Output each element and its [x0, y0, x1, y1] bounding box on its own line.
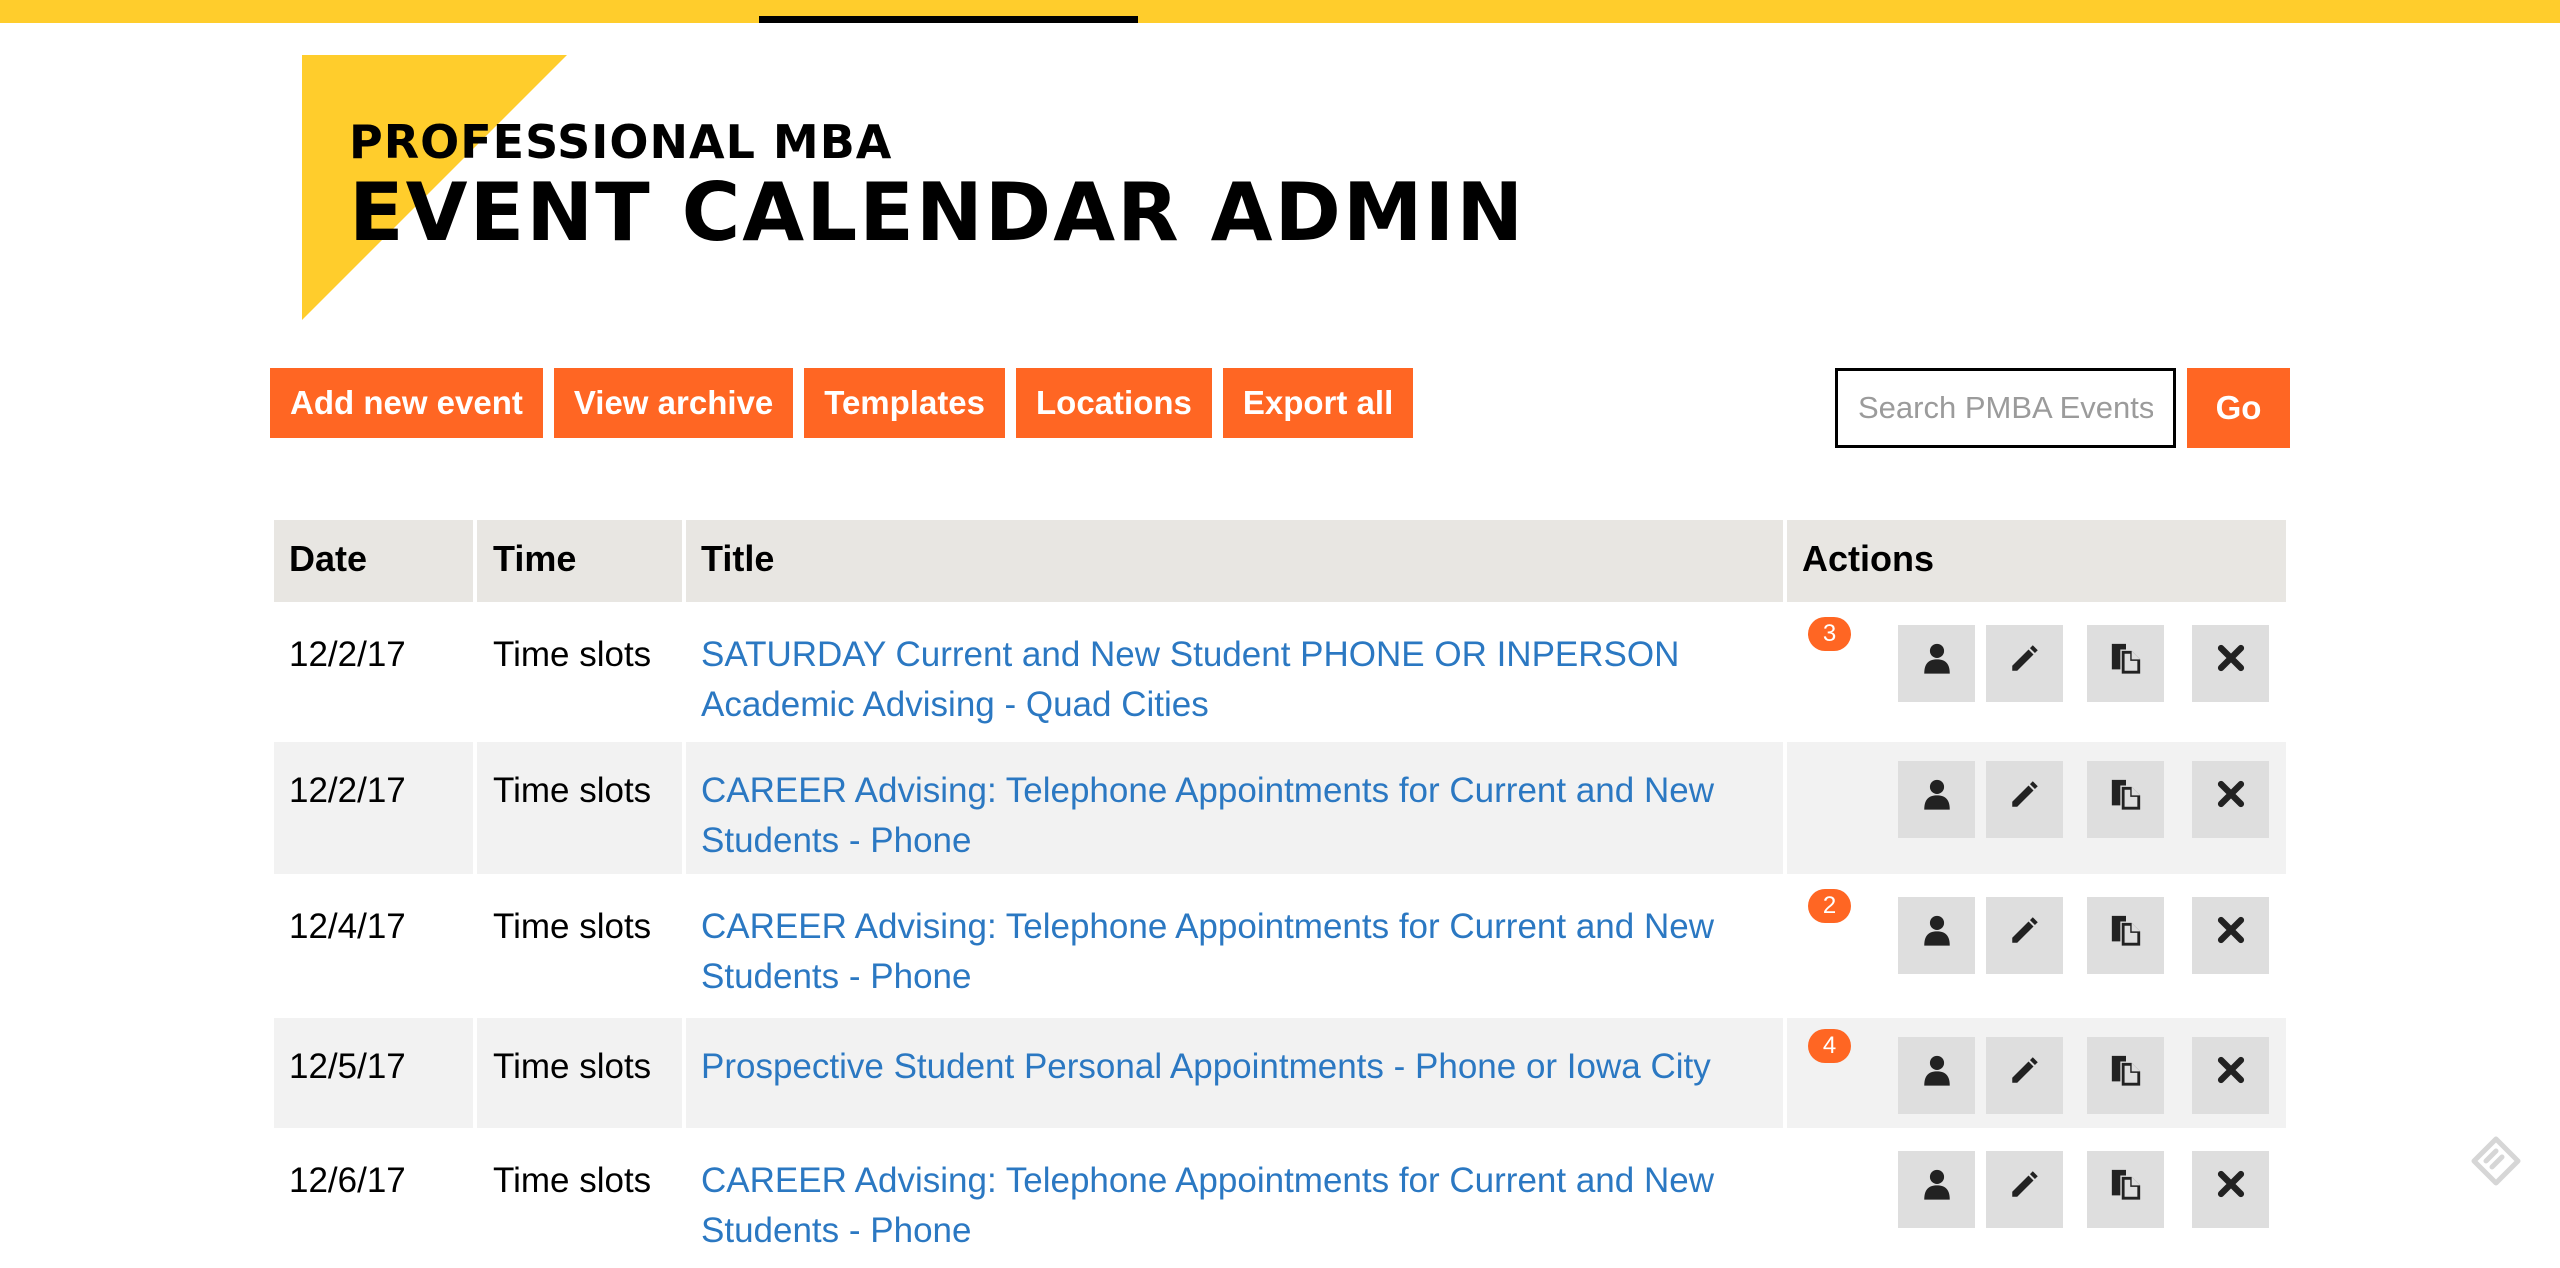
column-header-title: Title — [686, 520, 1783, 602]
pencil-icon — [2008, 775, 2042, 825]
event-date: 12/6/17 — [289, 1161, 406, 1200]
person-icon — [1920, 1165, 1954, 1215]
edit-button[interactable] — [1986, 625, 2063, 702]
page-title: EVENT CALENDAR ADMIN — [349, 166, 1526, 259]
event-time: Time slots — [477, 1018, 682, 1128]
events-table: Date Time Title Actions 12/2/17 Time slo… — [274, 520, 2286, 1268]
event-date: 12/5/17 — [274, 1018, 473, 1128]
delete-button[interactable] — [2192, 761, 2269, 838]
event-title-link[interactable]: CAREER Advising: Telephone Appointments … — [701, 1161, 1714, 1250]
edit-button[interactable] — [1986, 761, 2063, 838]
event-actions — [1787, 742, 2286, 874]
close-icon — [2214, 911, 2248, 961]
tag-icon — [2470, 1135, 2522, 1187]
attendees-button[interactable] — [1898, 1037, 1975, 1114]
event-title-link[interactable]: SATURDAY Current and New Student PHONE O… — [701, 635, 1679, 724]
column-header-time: Time — [477, 520, 682, 602]
pencil-icon — [2008, 639, 2042, 689]
edit-button[interactable] — [1986, 897, 2063, 974]
attendees-button[interactable] — [1898, 625, 1975, 702]
event-date: 12/4/17 — [289, 907, 406, 946]
registrations-count-badge: 4 — [1808, 1029, 1851, 1063]
event-time: Time slots — [493, 1161, 652, 1200]
person-icon — [1920, 775, 1954, 825]
event-time: Time slots — [493, 635, 652, 674]
duplicate-button[interactable] — [2087, 897, 2164, 974]
pencil-icon — [2008, 1051, 2042, 1101]
edit-button[interactable] — [1986, 1037, 2063, 1114]
export-all-button[interactable]: Export all — [1222, 368, 1414, 438]
event-actions: 2 — [1787, 878, 2286, 1014]
attendees-button[interactable] — [1898, 761, 1975, 838]
close-icon — [2214, 775, 2248, 825]
event-date: 12/2/17 — [274, 742, 473, 874]
attendees-button[interactable] — [1898, 897, 1975, 974]
registrations-count-badge: 2 — [1808, 889, 1851, 923]
person-icon — [1920, 1051, 1954, 1101]
event-title-link[interactable]: CAREER Advising: Telephone Appointments … — [701, 771, 1714, 860]
attendees-button[interactable] — [1898, 1151, 1975, 1228]
copy-icon — [2109, 1051, 2143, 1101]
event-title-link[interactable]: Prospective Student Personal Appointment… — [701, 1047, 1711, 1086]
event-actions: 3 — [1787, 606, 2286, 738]
duplicate-button[interactable] — [2087, 1037, 2164, 1114]
event-title-cell: CAREER Advising: Telephone Appointments … — [686, 878, 1783, 1014]
delete-button[interactable] — [2192, 1151, 2269, 1228]
person-icon — [1920, 639, 1954, 689]
close-icon — [2214, 1051, 2248, 1101]
event-date: 12/2/17 — [289, 635, 406, 674]
table-row: 12/5/17 Time slots Prospective Student P… — [274, 1018, 2286, 1128]
table-row: 12/2/17 Time slots SATURDAY Current and … — [274, 606, 2286, 738]
registrations-count-badge: 3 — [1808, 617, 1851, 651]
person-icon — [1920, 911, 1954, 961]
event-title-cell: SATURDAY Current and New Student PHONE O… — [686, 606, 1783, 738]
toolbar: Add new event View archive Templates Loc… — [270, 368, 1414, 438]
search-input[interactable] — [1835, 368, 2176, 448]
event-actions: 4 — [1787, 1018, 2286, 1128]
delete-button[interactable] — [2192, 897, 2269, 974]
copy-icon — [2109, 639, 2143, 689]
table-row: 12/2/17 Time slots CAREER Advising: Tele… — [274, 742, 2286, 874]
pencil-icon — [2008, 1165, 2042, 1215]
table-row: 12/4/17 Time slots CAREER Advising: Tele… — [274, 878, 2286, 1014]
top-bar — [0, 0, 2560, 23]
event-actions — [1787, 1132, 2286, 1264]
event-time: Time slots — [477, 742, 682, 874]
copy-icon — [2109, 775, 2143, 825]
close-icon — [2214, 639, 2248, 689]
column-header-actions: Actions — [1787, 520, 2286, 602]
search-go-button[interactable]: Go — [2187, 368, 2290, 448]
event-title-cell: CAREER Advising: Telephone Appointments … — [686, 742, 1783, 874]
duplicate-button[interactable] — [2087, 761, 2164, 838]
delete-button[interactable] — [2192, 1037, 2269, 1114]
column-header-date: Date — [274, 520, 473, 602]
page-header: PROFESSIONAL MBA EVENT CALENDAR ADMIN — [302, 55, 1523, 320]
event-title-cell: CAREER Advising: Telephone Appointments … — [686, 1132, 1783, 1264]
duplicate-button[interactable] — [2087, 1151, 2164, 1228]
view-archive-button[interactable]: View archive — [553, 368, 794, 438]
pencil-icon — [2008, 911, 2042, 961]
page-subtitle: PROFESSIONAL MBA — [349, 115, 893, 169]
copy-icon — [2109, 1165, 2143, 1215]
table-row: 12/6/17 Time slots CAREER Advising: Tele… — [274, 1132, 2286, 1264]
templates-button[interactable]: Templates — [804, 368, 1006, 438]
event-time: Time slots — [493, 907, 652, 946]
delete-button[interactable] — [2192, 625, 2269, 702]
event-title-link[interactable]: CAREER Advising: Telephone Appointments … — [701, 907, 1714, 996]
active-tab-indicator — [759, 16, 1138, 23]
locations-button[interactable]: Locations — [1016, 368, 1212, 438]
add-new-event-button[interactable]: Add new event — [270, 368, 543, 438]
close-icon — [2214, 1165, 2248, 1215]
event-title-cell: Prospective Student Personal Appointment… — [686, 1018, 1783, 1128]
table-header-row: Date Time Title Actions — [274, 520, 2286, 602]
duplicate-button[interactable] — [2087, 625, 2164, 702]
edit-button[interactable] — [1986, 1151, 2063, 1228]
copy-icon — [2109, 911, 2143, 961]
